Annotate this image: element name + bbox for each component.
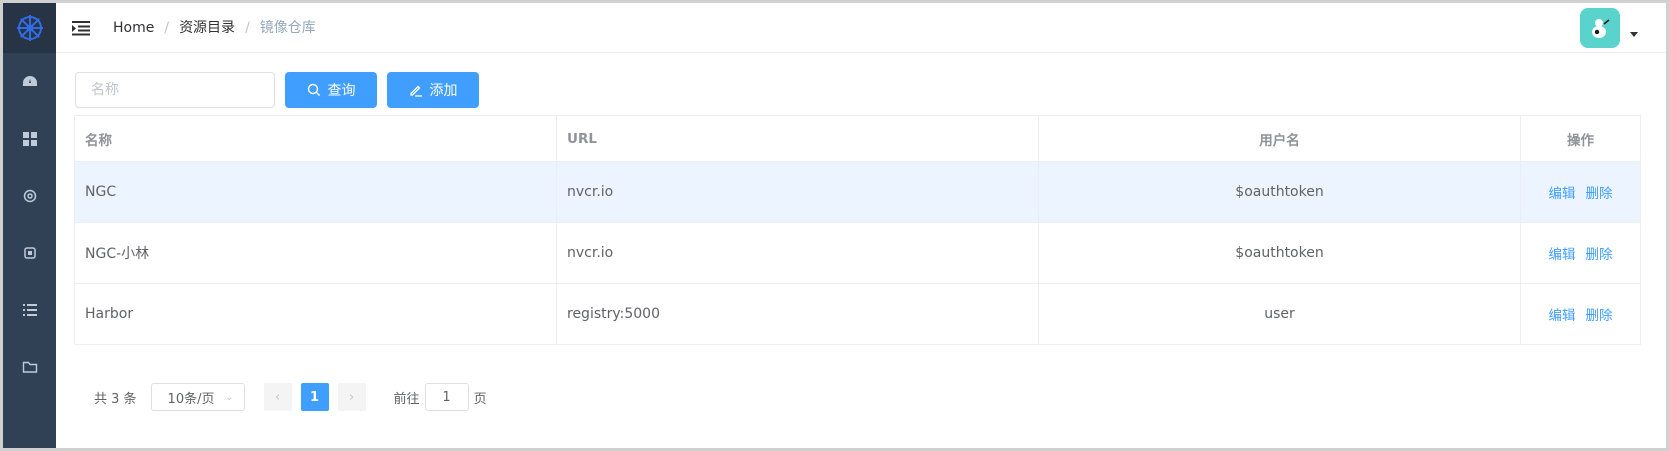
sidebar-item-dashboard[interactable] [3,53,56,110]
goto-suffix: 页 [473,391,487,407]
name-search-input[interactable] [75,72,275,108]
list-icon [22,303,37,316]
sidebar-item-resources[interactable] [3,110,56,167]
page-size-value: 10条/页 [167,391,215,407]
page-jumper: 前往 页 [394,383,487,411]
hamburger-menu-icon[interactable] [72,20,90,36]
column-header-actions: 操作 [1520,115,1641,162]
delete-link[interactable]: 删除 [1586,247,1613,263]
breadcrumb: Home / 资源目录 / 镜像仓库 [113,19,316,37]
cell-name: NGC-小林 [74,222,557,284]
cell-username: $oauthtoken [1038,161,1521,223]
next-page-button[interactable]: › [337,383,366,411]
top-navbar: Home / 资源目录 / 镜像仓库 [56,3,1666,53]
dashboard-icon [22,75,37,86]
column-header-name[interactable]: 名称 [74,115,557,162]
edit-link[interactable]: 编辑 [1549,186,1576,202]
breadcrumb-separator: / [164,20,170,36]
edit-pen-icon [409,85,422,97]
search-icon [307,83,320,96]
prev-page-button[interactable]: ‹ [263,383,292,411]
cell-username: user [1038,283,1521,345]
sidebar-item-hardware[interactable] [3,224,56,281]
cell-actions: 编辑 删除 [1520,283,1641,345]
delete-link[interactable]: 删除 [1586,186,1613,202]
cell-actions: 编辑 删除 [1520,161,1641,223]
column-header-username[interactable]: 用户名 [1038,115,1521,162]
avatar-figure-icon [1592,19,1610,38]
page-size-select[interactable]: 10条/页 ⌄ [150,383,245,411]
chip-icon [23,246,36,259]
cell-username: $oauthtoken [1038,222,1521,284]
goto-prefix: 前往 [393,391,420,407]
table-row[interactable]: NGC nvcr.io $oauthtoken 编辑 删除 [74,161,1641,223]
sidebar [3,3,56,448]
table-header-row: 名称 URL 用户名 操作 [74,115,1641,162]
pagination-total: 共 3 条 [94,391,137,407]
avatar-dropdown-caret-icon[interactable] [1630,32,1638,37]
goto-page-input[interactable] [424,383,469,411]
edit-link[interactable]: 编辑 [1549,308,1576,324]
sidebar-item-settings[interactable] [3,167,56,224]
cell-name: Harbor [74,283,557,345]
table-row[interactable]: Harbor registry:5000 user 编辑 删除 [74,283,1641,345]
breadcrumb-catalog[interactable]: 资源目录 [179,19,235,37]
grid-icon [22,131,37,146]
breadcrumb-current: 镜像仓库 [259,20,316,36]
page-number-active[interactable]: 1 [300,383,329,411]
cell-url: nvcr.io [556,161,1039,223]
cell-actions: 编辑 删除 [1520,222,1641,284]
delete-link[interactable]: 删除 [1586,308,1613,324]
cell-name: NGC [74,161,557,223]
cell-url: nvcr.io [556,222,1039,284]
kubernetes-logo[interactable] [3,3,56,53]
edit-link[interactable]: 编辑 [1549,247,1576,263]
add-button[interactable]: 添加 [387,72,479,108]
cell-url: registry:5000 [556,283,1039,345]
chevron-down-icon: ⌄ [225,391,234,403]
breadcrumb-home[interactable]: Home [113,19,154,37]
registry-table: 名称 URL 用户名 操作 NGC nvcr.io $oauthtoken 编辑… [74,115,1641,345]
pagination: 共 3 条 10条/页 ⌄ ‹ 1 › 前往 页 [94,383,487,411]
table-row[interactable]: NGC-小林 nvcr.io $oauthtoken 编辑 删除 [74,222,1641,284]
chevron-left-icon: ‹ [274,389,281,405]
filter-toolbar: 查询 添加 [75,72,479,108]
chevron-right-icon: › [348,389,355,405]
column-header-url[interactable]: URL [556,115,1039,162]
add-button-label: 添加 [429,83,458,99]
folder-icon [22,361,37,373]
user-avatar[interactable] [1580,8,1620,48]
settings-icon [23,189,36,202]
breadcrumb-separator: / [245,20,250,36]
sidebar-item-files[interactable] [3,338,56,395]
sidebar-item-list[interactable] [3,281,56,338]
search-button-label: 查询 [327,83,356,99]
helm-wheel-icon [16,15,43,41]
search-button[interactable]: 查询 [285,72,377,108]
